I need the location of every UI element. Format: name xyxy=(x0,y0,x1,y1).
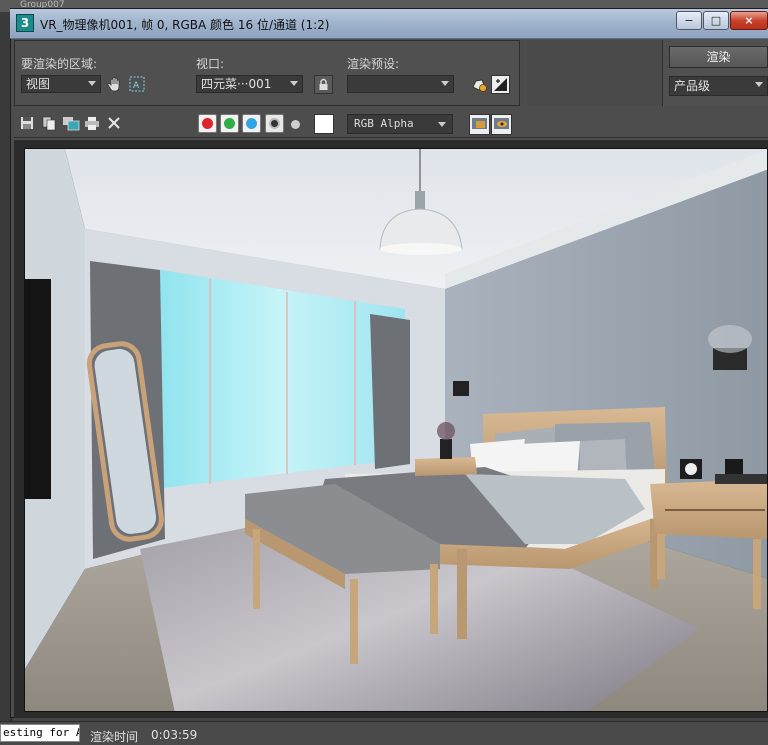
render-setup-icon[interactable] xyxy=(470,75,489,94)
chevron-down-icon xyxy=(755,82,763,87)
blue-channel-icon xyxy=(246,118,257,129)
area-to-render-dropdown[interactable]: 视图 xyxy=(21,75,101,93)
tv-panel xyxy=(25,279,51,499)
app-icon: 3 xyxy=(16,14,34,32)
minimize-button[interactable]: − xyxy=(676,11,702,30)
chevron-down-icon xyxy=(441,81,449,86)
display-toggle-icon[interactable] xyxy=(469,114,490,135)
copy-icon[interactable] xyxy=(41,115,59,133)
maximize-button[interactable]: □ xyxy=(703,11,729,30)
pan-hand-icon[interactable] xyxy=(106,75,124,93)
green-channel-icon xyxy=(224,118,235,129)
alpha-channel-toggle[interactable] xyxy=(265,114,284,133)
chevron-down-icon xyxy=(88,81,96,86)
render-time-value: 0:03:59 xyxy=(151,728,198,742)
area-to-render-label: 要渲染的区域: xyxy=(21,57,98,71)
alpha-channel-icon xyxy=(269,118,280,129)
close-button[interactable]: × xyxy=(730,11,768,30)
vray-frame-buffer-icon[interactable] xyxy=(491,114,512,135)
channel-display-dropdown[interactable]: RGB Alpha xyxy=(347,114,453,134)
render-preset-dropdown[interactable] xyxy=(347,75,454,93)
green-channel-toggle[interactable] xyxy=(220,114,239,133)
environment-effects-icon[interactable] xyxy=(491,75,510,94)
render-settings-panel xyxy=(14,40,520,106)
rendered-image[interactable] xyxy=(24,148,768,712)
render-quality-dropdown[interactable]: 产品级 xyxy=(669,76,768,96)
viewport-dropdown[interactable]: 四元菜···001 xyxy=(196,75,303,93)
maxscript-listener-input[interactable]: esting for ALl xyxy=(0,724,80,742)
lock-icon xyxy=(319,78,328,90)
red-channel-toggle[interactable] xyxy=(198,114,217,133)
clear-icon[interactable] xyxy=(106,115,124,133)
window-title: VR_物理像机001, 帧 0, RGBA 颜色 16 位/通道 (1:2) xyxy=(40,18,330,32)
area-to-render-value: 视图 xyxy=(26,77,51,91)
auto-region-icon[interactable]: A xyxy=(128,75,146,93)
chevron-down-icon xyxy=(290,81,298,86)
lock-viewport-button[interactable] xyxy=(314,75,333,94)
print-icon[interactable] xyxy=(84,115,102,133)
monochrome-icon[interactable] xyxy=(291,120,300,129)
render-button[interactable]: 渲染 xyxy=(669,46,768,68)
render-time-label: 渲染时间 xyxy=(90,730,139,744)
clone-icon[interactable] xyxy=(62,115,80,133)
panel-spacer xyxy=(527,40,662,106)
background-color-swatch[interactable] xyxy=(314,114,334,134)
red-channel-icon xyxy=(202,118,213,129)
chevron-down-icon xyxy=(438,122,446,127)
blue-channel-toggle[interactable] xyxy=(242,114,261,133)
channel-display-value: RGB Alpha xyxy=(354,117,414,130)
svg-text:A: A xyxy=(133,81,140,91)
viewport-label: 视口: xyxy=(196,57,225,71)
render-preset-label: 渲染预设: xyxy=(347,57,400,71)
render-quality-value: 产品级 xyxy=(674,79,711,93)
viewport-value: 四元菜···001 xyxy=(201,77,272,91)
save-icon[interactable] xyxy=(19,115,37,133)
rendered-bedroom-image xyxy=(25,149,767,711)
